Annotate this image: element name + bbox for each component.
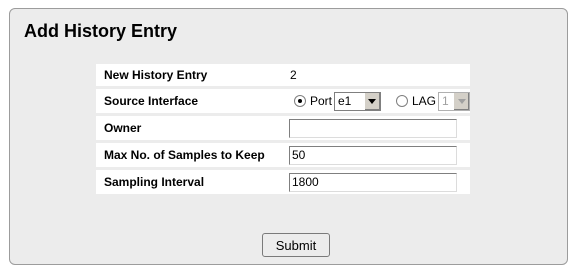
port-radio[interactable] <box>293 95 306 107</box>
lag-select-value: 1 <box>442 93 449 108</box>
port-radio-label: Port <box>309 94 332 108</box>
page-title: Add History Entry <box>24 21 178 41</box>
form-row-source-interface: Source Interface Port e1 LAG 1 <box>96 86 470 115</box>
form-row-owner: Owner <box>96 113 470 142</box>
source-interface-controls: Port e1 LAG 1 <box>289 91 470 111</box>
sampling-interval-field[interactable] <box>288 172 457 192</box>
form-row-sampling-interval: Sampling Interval <box>96 167 470 194</box>
lag-radio-label: LAG <box>411 94 436 108</box>
chevron-down-icon[interactable] <box>453 92 469 110</box>
port-select-value: e1 <box>337 93 352 108</box>
new-history-entry-value: 2 <box>289 68 297 82</box>
form-row-new-history-entry: New History Entry 2 <box>96 64 470 88</box>
owner-label: Owner <box>96 113 287 142</box>
owner-field[interactable] <box>288 118 457 138</box>
new-history-entry-label: New History Entry <box>96 64 287 88</box>
max-samples-field[interactable] <box>288 145 457 165</box>
lag-select[interactable]: 1 <box>438 91 470 111</box>
chevron-down-icon[interactable] <box>363 92 380 110</box>
port-select[interactable]: e1 <box>333 91 381 111</box>
source-interface-label: Source Interface <box>96 86 287 115</box>
max-samples-label: Max No. of Samples to Keep <box>96 140 287 169</box>
form-row-max-samples: Max No. of Samples to Keep <box>96 140 470 169</box>
submit-button[interactable]: Submit <box>262 233 330 257</box>
history-entry-form: New History Entry 2 Source Interface Por… <box>96 64 470 194</box>
lag-radio[interactable] <box>395 95 408 107</box>
sampling-interval-label: Sampling Interval <box>96 167 287 194</box>
